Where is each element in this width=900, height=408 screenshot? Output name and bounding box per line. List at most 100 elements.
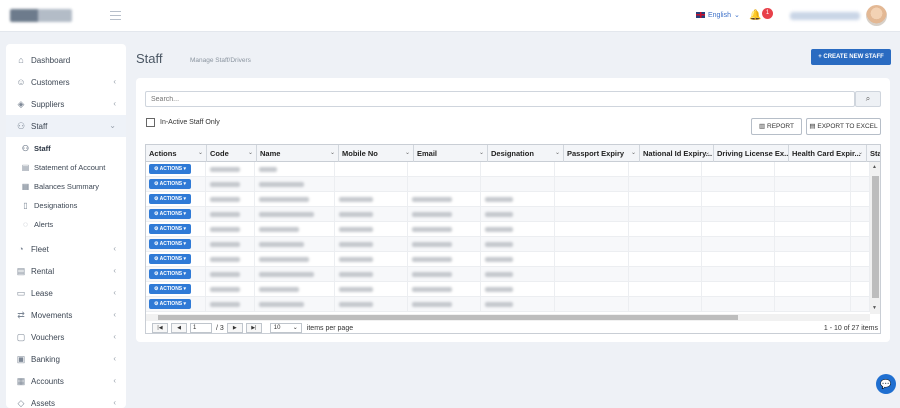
horizontal-scrollbar[interactable] bbox=[146, 314, 870, 321]
column-menu-icon[interactable]: ⌄ bbox=[405, 145, 410, 162]
inactive-checkbox[interactable] bbox=[146, 118, 155, 127]
actions-button[interactable]: ⚙ ACTIONS ▾ bbox=[149, 179, 191, 189]
redacted-value bbox=[338, 227, 373, 232]
redacted-value bbox=[338, 302, 373, 307]
column-menu-icon[interactable]: ⌄ bbox=[479, 145, 484, 162]
search-input[interactable] bbox=[145, 91, 855, 107]
column-header-2[interactable]: Name ⌄ bbox=[257, 145, 339, 162]
horizontal-scroll-thumb[interactable] bbox=[158, 315, 738, 320]
actions-button[interactable]: ⚙ ACTIONS ▾ bbox=[149, 194, 191, 204]
sidebar-item-fleet[interactable]: ◔ Fleet ‹ bbox=[6, 238, 126, 260]
sidebar-item-dashboard[interactable]: ⌂ Dashboard bbox=[6, 49, 126, 71]
actions-button[interactable]: ⚙ ACTIONS ▾ bbox=[149, 254, 191, 264]
vertical-scrollbar[interactable]: ▲ ▼ bbox=[870, 162, 880, 314]
sidebar-item-lease[interactable]: ▭ Lease ‹ bbox=[6, 282, 126, 304]
scroll-up-icon[interactable]: ▲ bbox=[872, 164, 877, 170]
table-cell bbox=[555, 297, 630, 312]
column-header-7[interactable]: National Id Expiry... ⌄ bbox=[640, 145, 714, 162]
last-page-button[interactable]: ▶| bbox=[245, 323, 262, 333]
sidebar-subitem-alerts[interactable]: ◌ Alerts bbox=[6, 215, 126, 234]
gear-icon: ⚙ bbox=[153, 256, 159, 262]
sidebar-item-customers[interactable]: ☺ Customers ‹ bbox=[6, 71, 126, 93]
table-cell: ⚙ ACTIONS ▾ bbox=[146, 297, 206, 312]
table-row[interactable]: ⚙ ACTIONS ▾ bbox=[146, 222, 870, 237]
vertical-scroll-thumb[interactable] bbox=[872, 176, 879, 298]
sidebar-item-movements[interactable]: ⇄ Movements ‹ bbox=[6, 304, 126, 326]
next-page-button[interactable]: ▶ bbox=[226, 323, 243, 333]
table-cell bbox=[335, 267, 409, 282]
column-header-1[interactable]: Code ⌄ bbox=[207, 145, 257, 162]
page-number-input[interactable]: 1 bbox=[190, 323, 212, 333]
actions-button[interactable]: ⚙ ACTIONS ▾ bbox=[149, 164, 191, 174]
table-cell bbox=[481, 282, 555, 297]
table-cell bbox=[702, 207, 776, 222]
menu-toggle-icon[interactable] bbox=[110, 11, 121, 20]
column-menu-icon[interactable]: ⌄ bbox=[330, 145, 335, 162]
sidebar-subitem-balances-summary[interactable]: ▦ Balances Summary bbox=[6, 177, 126, 196]
bell-icon[interactable]: 🔔 bbox=[749, 9, 763, 23]
export-excel-button[interactable]: ▤ EXPORT TO EXCEL bbox=[806, 118, 881, 135]
create-new-staff-button[interactable]: + CREATE NEW STAFF bbox=[811, 49, 891, 65]
actions-button[interactable]: ⚙ ACTIONS ▾ bbox=[149, 239, 191, 249]
column-menu-icon[interactable]: ⌄ bbox=[780, 145, 785, 162]
column-header-8[interactable]: Driving License Ex... ⌄ bbox=[714, 145, 789, 162]
table-row[interactable]: ⚙ ACTIONS ▾ bbox=[146, 252, 870, 267]
column-menu-icon[interactable]: ⌄ bbox=[555, 145, 560, 162]
actions-button[interactable]: ⚙ ACTIONS ▾ bbox=[149, 284, 191, 294]
column-menu-icon[interactable]: ⌄ bbox=[631, 145, 636, 162]
actions-button[interactable]: ⚙ ACTIONS ▾ bbox=[149, 224, 191, 234]
actions-button[interactable]: ⚙ ACTIONS ▾ bbox=[149, 299, 191, 309]
table-row[interactable]: ⚙ ACTIONS ▾ bbox=[146, 162, 870, 177]
table-row[interactable]: ⚙ ACTIONS ▾ bbox=[146, 297, 870, 312]
column-header-3[interactable]: Mobile No ⌄ bbox=[339, 145, 414, 162]
scroll-down-icon[interactable]: ▼ bbox=[872, 305, 877, 311]
sidebar-item-vouchers[interactable]: ▢ Vouchers ‹ bbox=[6, 326, 126, 348]
user-name[interactable] bbox=[790, 12, 860, 20]
table-row[interactable]: ⚙ ACTIONS ▾ bbox=[146, 237, 870, 252]
column-header-4[interactable]: Email ⌄ bbox=[414, 145, 488, 162]
sidebar-item-accounts[interactable]: ▦ Accounts ‹ bbox=[6, 370, 126, 392]
sidebar-subitem-statement-of-account[interactable]: ▤ Statement of Account bbox=[6, 158, 126, 177]
page-size-select[interactable]: 10 ⌄ bbox=[269, 323, 302, 333]
sidebar-subitem-staff[interactable]: ⚇ Staff bbox=[6, 139, 126, 158]
column-menu-icon[interactable]: ⌄ bbox=[198, 145, 203, 162]
sidebar-item-assets[interactable]: ◇ Assets ‹ bbox=[6, 392, 126, 408]
first-page-button[interactable]: |◀ bbox=[152, 323, 168, 333]
search-icon[interactable]: ⌕ bbox=[855, 91, 881, 107]
column-menu-icon[interactable]: ⌄ bbox=[705, 145, 710, 162]
redacted-value bbox=[209, 242, 240, 247]
actions-button[interactable]: ⚙ ACTIONS ▾ bbox=[149, 269, 191, 279]
company-logo[interactable] bbox=[10, 9, 72, 22]
staff-sub-icon: ⚇ bbox=[21, 144, 30, 153]
chat-icon[interactable]: 💬 bbox=[876, 374, 896, 394]
column-header-5[interactable]: Designation ⌄ bbox=[488, 145, 564, 162]
sidebar-item-rental[interactable]: ▤ Rental ‹ bbox=[6, 260, 126, 282]
table-cell bbox=[335, 282, 409, 297]
column-menu-icon[interactable]: ⌄ bbox=[248, 145, 253, 162]
table-cell bbox=[255, 282, 335, 297]
sidebar-subitem-designations[interactable]: ▯ Designations bbox=[6, 196, 126, 215]
table-cell bbox=[481, 237, 555, 252]
column-menu-icon[interactable]: ⌄ bbox=[858, 145, 863, 162]
sidebar-item-staff[interactable]: ⚇ Staff ⌄ bbox=[6, 115, 126, 137]
sidebar-item-suppliers[interactable]: ◈ Suppliers ‹ bbox=[6, 93, 126, 115]
avatar[interactable] bbox=[866, 5, 887, 26]
prev-page-button[interactable]: ◀ bbox=[171, 323, 187, 333]
table-row[interactable]: ⚙ ACTIONS ▾ bbox=[146, 207, 870, 222]
column-header-0[interactable]: Actions ⌄ bbox=[146, 145, 207, 162]
table-row[interactable]: ⚙ ACTIONS ▾ bbox=[146, 267, 870, 282]
table-row[interactable]: ⚙ ACTIONS ▾ bbox=[146, 282, 870, 297]
table-cell bbox=[335, 162, 409, 177]
column-header-10[interactable]: Sta bbox=[867, 145, 880, 162]
column-header-6[interactable]: Passport Expiry ⌄ bbox=[564, 145, 640, 162]
table-row[interactable]: ⚙ ACTIONS ▾ bbox=[146, 177, 870, 192]
redacted-value bbox=[209, 287, 240, 292]
sidebar-item-banking[interactable]: ▣ Banking ‹ bbox=[6, 348, 126, 370]
table-row[interactable]: ⚙ ACTIONS ▾ bbox=[146, 192, 870, 207]
language-selector[interactable]: English ⌄ bbox=[696, 11, 740, 19]
actions-button[interactable]: ⚙ ACTIONS ▾ bbox=[149, 209, 191, 219]
table-cell bbox=[408, 252, 481, 267]
column-header-9[interactable]: Health Card Expir... ⌄ bbox=[789, 145, 867, 162]
report-button[interactable]: ▥ REPORT bbox=[751, 118, 802, 135]
table-cell: ⚙ ACTIONS ▾ bbox=[146, 162, 206, 177]
